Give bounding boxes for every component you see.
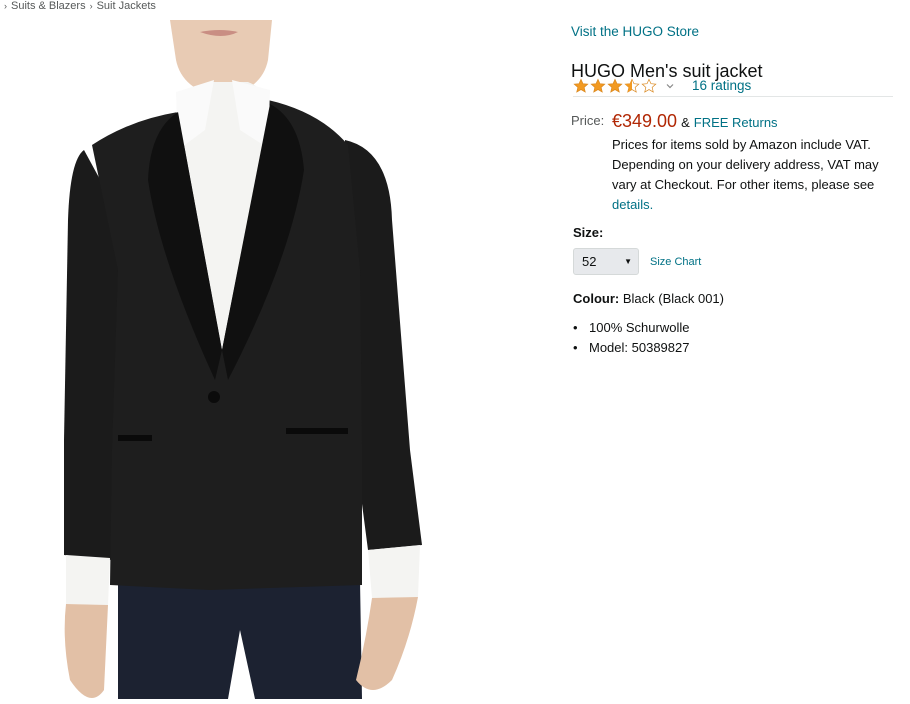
colour-row: Colour: Black (Black 001) bbox=[573, 291, 724, 306]
price-amount: €349.00 bbox=[612, 111, 678, 131]
star-half-icon bbox=[624, 78, 640, 93]
breadcrumb-separator-icon: › bbox=[89, 1, 93, 11]
star-icon bbox=[573, 78, 589, 93]
free-returns-link[interactable]: FREE Returns bbox=[694, 115, 778, 130]
vat-details-link[interactable]: details. bbox=[612, 197, 653, 212]
breadcrumb-separator-icon: › bbox=[4, 1, 7, 11]
star-rating[interactable] bbox=[573, 78, 657, 94]
size-select[interactable]: 52 ▼ bbox=[573, 248, 639, 275]
chevron-down-icon[interactable] bbox=[665, 81, 675, 91]
star-icon bbox=[607, 78, 623, 93]
price-label: Price: bbox=[571, 113, 605, 128]
vat-note-text: Prices for items sold by Amazon include … bbox=[612, 137, 879, 192]
price-ampersand: & bbox=[681, 115, 690, 130]
product-image[interactable] bbox=[0, 20, 560, 699]
star-empty-icon bbox=[641, 78, 657, 93]
breadcrumb-item-suits-blazers[interactable]: Suits & Blazers bbox=[11, 0, 86, 12]
breadcrumb-item-suit-jackets[interactable]: Suit Jackets bbox=[97, 0, 156, 12]
list-item: 100% Schurwolle bbox=[573, 318, 689, 338]
list-item: Model: 50389827 bbox=[573, 338, 689, 358]
colour-label: Colour: bbox=[573, 291, 620, 306]
visit-store-link[interactable]: Visit the HUGO Store bbox=[571, 24, 699, 39]
product-photo-suit-jacket bbox=[64, 20, 422, 699]
vat-note: Prices for items sold by Amazon include … bbox=[612, 135, 902, 215]
size-selected-value: 52 bbox=[582, 254, 597, 269]
breadcrumb: › Suits & Blazers › Suit Jackets bbox=[4, 0, 156, 12]
colour-value: Black (Black 001) bbox=[622, 291, 724, 306]
size-chart-link[interactable]: Size Chart bbox=[650, 256, 701, 268]
size-label: Size: bbox=[573, 225, 604, 240]
price-line: €349.00 & FREE Returns bbox=[612, 111, 778, 132]
feature-bullets: 100% Schurwolle Model: 50389827 bbox=[573, 318, 689, 358]
rating-row: 16 ratings bbox=[573, 75, 893, 97]
star-icon bbox=[590, 78, 606, 93]
dropdown-arrow-icon: ▼ bbox=[624, 257, 632, 266]
ratings-count-link[interactable]: 16 ratings bbox=[692, 78, 751, 93]
